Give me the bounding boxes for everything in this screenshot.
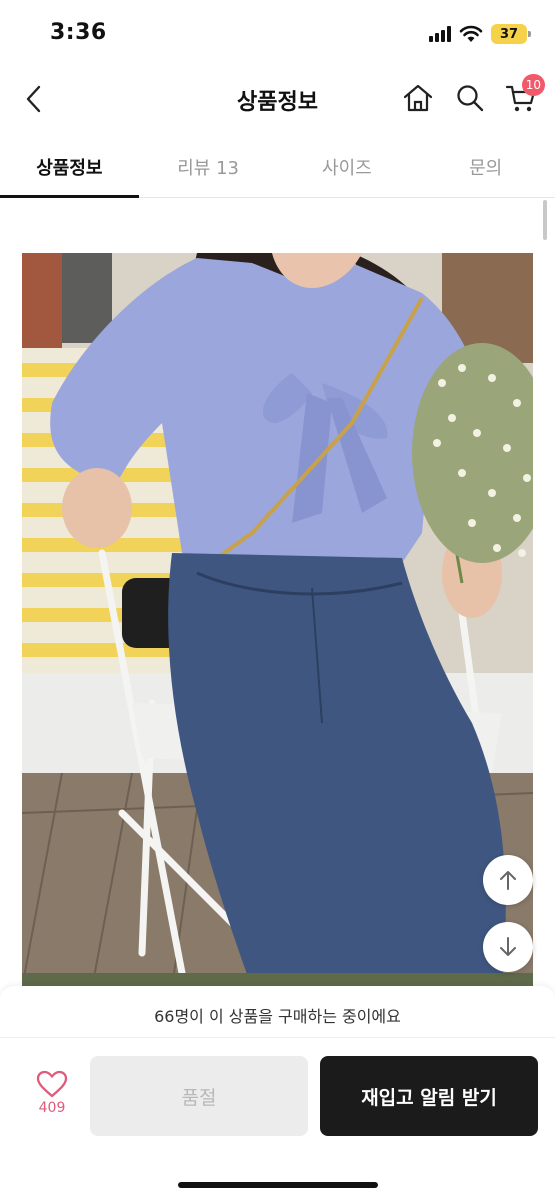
tab-size[interactable]: 사이즈 — [278, 140, 417, 197]
home-indicator — [178, 1182, 378, 1188]
battery-level: 37 — [499, 26, 519, 42]
battery-icon: 37 — [491, 24, 531, 44]
home-icon — [403, 84, 433, 112]
heart-icon — [36, 1070, 68, 1098]
tab-inquiry[interactable]: 문의 — [416, 140, 555, 197]
signal-icon — [429, 26, 451, 42]
tab-bar: 상품정보 리뷰 13 사이즈 문의 — [0, 140, 555, 198]
purchase-panel: 66명이 이 상품을 구매하는 중이에요 409 품절 재입고 알림 받기 — [0, 986, 555, 1200]
status-time: 3:36 — [50, 20, 107, 45]
search-button[interactable] — [452, 80, 488, 116]
buyers-notice: 66명이 이 상품을 구매하는 중이에요 — [0, 986, 555, 1038]
header: 상품정보 10 — [0, 66, 555, 132]
like-count: 409 — [38, 1100, 66, 1116]
arrow-down-icon — [500, 937, 516, 956]
scrollbar[interactable] — [543, 200, 547, 240]
cart-button[interactable]: 10 — [503, 74, 545, 116]
scroll-top-button[interactable] — [483, 855, 533, 905]
tab-product-info[interactable]: 상품정보 — [0, 140, 139, 198]
scroll-bottom-button[interactable] — [483, 922, 533, 972]
home-button[interactable] — [400, 80, 436, 116]
soldout-button[interactable]: 품절 — [90, 1056, 308, 1136]
status-indicators: 37 — [429, 24, 531, 44]
status-bar: 3:36 37 — [0, 0, 555, 66]
arrow-up-icon — [500, 871, 516, 890]
product-image — [22, 253, 533, 988]
tab-reviews[interactable]: 리뷰 13 — [139, 140, 278, 197]
like-button[interactable]: 409 — [28, 1070, 76, 1116]
restock-alert-button[interactable]: 재입고 알림 받기 — [320, 1056, 538, 1136]
cart-count-badge: 10 — [521, 74, 545, 96]
search-icon — [457, 85, 484, 112]
wifi-icon — [459, 25, 483, 42]
